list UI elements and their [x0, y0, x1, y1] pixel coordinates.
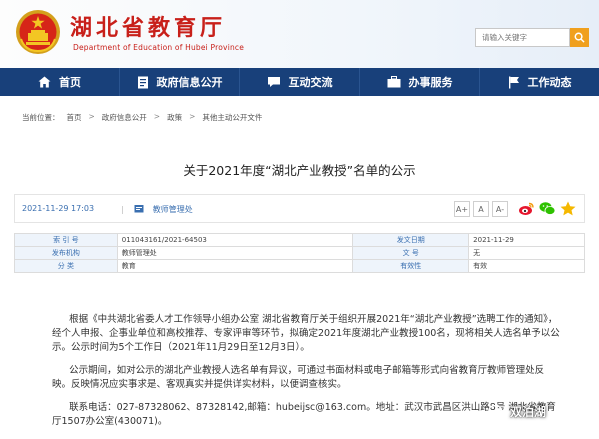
nav-item-gov-info[interactable]: 政府信息公开 [120, 68, 240, 96]
nav-item-interaction[interactable]: 互动交流 [240, 68, 360, 96]
wechat-account-icon [488, 404, 506, 419]
font-decrease-button[interactable]: A- [492, 201, 508, 217]
category-label: 分 类 [14, 259, 118, 273]
site-header: 湖北省教育厅 Department of Education of Hubei … [0, 0, 599, 68]
font-size-controls: A+ A A- [454, 201, 508, 217]
category-value: 教育 [116, 259, 354, 273]
favorite-star-icon[interactable] [560, 201, 576, 216]
breadcrumb-gov-info[interactable]: 政府信息公开 [102, 112, 147, 123]
wechat-icon[interactable] [539, 201, 556, 216]
home-icon [38, 76, 51, 88]
search-input[interactable] [475, 28, 570, 47]
search-button[interactable] [570, 28, 589, 47]
flag-icon [508, 76, 519, 88]
document-icon [137, 76, 148, 88]
nav-item-home[interactable]: 首页 [0, 68, 120, 96]
font-default-button[interactable]: A [473, 201, 489, 217]
share-buttons [518, 201, 576, 216]
table-row: 索 引 号 011043161/2021-64503 发文日期 2021-11-… [14, 233, 585, 247]
validity-value: 有效 [468, 259, 585, 273]
search-icon [574, 32, 585, 43]
nav-item-label: 首页 [59, 76, 81, 89]
breadcrumb-separator: > [153, 112, 161, 121]
document-info-table: 索 引 号 011043161/2021-64503 发文日期 2021-11-… [14, 233, 585, 273]
breadcrumb-policy[interactable]: 政策 [167, 112, 182, 123]
body-paragraph: 联系电话：027-87328062、87328142,邮箱：hubeijsc@1… [52, 402, 556, 427]
nav-item-label: 办事服务 [408, 76, 453, 89]
publish-date: 2021-11-29 17:03 [22, 204, 95, 213]
nav-item-services[interactable]: 办事服务 [360, 68, 480, 96]
nav-item-label: 政府信息公开 [156, 76, 223, 89]
table-row: 分 类 教育 有效性 有效 [14, 259, 585, 273]
article-source: | 教师管理处 [121, 204, 193, 215]
index-number-label: 索 引 号 [14, 233, 118, 247]
breadcrumb-home[interactable]: 首页 [67, 112, 82, 123]
main-nav: 首页 政府信息公开 互动交流 办事服务 工作动态 [0, 68, 599, 96]
meta-separator: | [121, 205, 124, 214]
breadcrumb-separator: > [189, 112, 196, 121]
table-row: 发布机构 教师管理处 文 号 无 [14, 246, 585, 260]
nav-item-label: 互动交流 [288, 76, 333, 89]
breadcrumb-separator: > [88, 112, 95, 121]
department-icon [134, 205, 144, 213]
breadcrumb: 当前位置： 首页 > 政府信息公开 > 政策 > 其他主动公开文件 [22, 112, 262, 123]
breadcrumb-prefix: 当前位置： [22, 113, 60, 122]
site-subtitle: Department of Education of Hubei Provinc… [73, 43, 245, 52]
watermark-text: 双泊湖 [510, 405, 547, 419]
breadcrumb-other-files[interactable]: 其他主动公开文件 [202, 112, 262, 123]
issue-date-label: 发文日期 [352, 233, 470, 247]
nav-item-news[interactable]: 工作动态 [480, 68, 599, 96]
issue-date-value: 2021-11-29 [468, 233, 585, 247]
chat-icon [267, 77, 280, 87]
publisher-label: 发布机构 [14, 246, 118, 260]
doc-number-value: 无 [468, 246, 585, 260]
nav-item-label: 工作动态 [527, 76, 572, 89]
doc-number-label: 文 号 [352, 246, 470, 260]
font-increase-button[interactable]: A+ [454, 201, 470, 217]
weibo-icon[interactable] [518, 201, 535, 216]
wechat-watermark: 双泊湖 [488, 403, 546, 420]
article-body: 根据《中共湖北省委人才工作领导小组办公室 湖北省教育厅关于组织开展2021年“湖… [52, 313, 562, 438]
body-paragraph: 公示期间，如对公示的湖北产业教授人选名单有异议，可通过书面材料或电子邮箱等形式向… [52, 365, 545, 390]
national-emblem-icon [16, 10, 60, 54]
article-source-label: 教师管理处 [152, 205, 193, 214]
validity-label: 有效性 [352, 259, 470, 273]
publisher-value: 教师管理处 [116, 246, 354, 260]
briefcase-icon [387, 76, 400, 88]
article-meta-bar: 2021-11-29 17:03 | 教师管理处 A+ A A- [14, 194, 585, 223]
article-title: 关于2021年度“湖北产业教授”名单的公示 [183, 163, 416, 178]
index-number-value: 011043161/2021-64503 [116, 233, 354, 247]
body-paragraph: 根据《中共湖北省委人才工作领导小组办公室 湖北省教育厅关于组织开展2021年“湖… [52, 314, 560, 353]
site-title[interactable]: 湖北省教育厅 [70, 10, 226, 42]
